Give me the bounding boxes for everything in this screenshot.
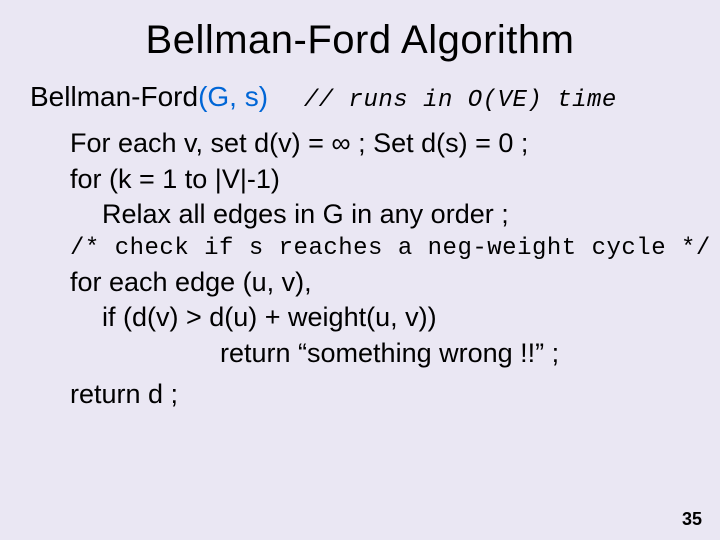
comment-bigo: O(VE) xyxy=(468,87,543,114)
slide-title: Bellman-Ford Algorithm xyxy=(28,18,692,63)
page-number: 35 xyxy=(682,509,702,530)
comment-suffix: time xyxy=(542,87,617,114)
code-line-foreach-edge: for each edge (u, v), xyxy=(70,265,692,301)
code-line-init: For each v, set d(v) = ∞ ; Set d(s) = 0 … xyxy=(70,126,692,162)
code-line-if: if (d(v) > d(u) + weight(u, v)) xyxy=(70,300,692,336)
runtime-comment: // runs in O(VE) time xyxy=(304,87,617,114)
function-signature: Bellman-Ford(G, s) // runs in O(VE) time xyxy=(28,81,692,114)
code-line-relax: Relax all edges in G in any order ; xyxy=(70,197,692,233)
function-name: Bellman-Ford xyxy=(30,81,198,112)
pseudocode-block: For each v, set d(v) = ∞ ; Set d(s) = 0 … xyxy=(28,126,692,413)
code-line-for-k: for (k = 1 to |V|-1) xyxy=(70,162,692,198)
code-line-return-d: return d ; xyxy=(70,377,692,413)
function-args: (G, s) xyxy=(198,81,268,112)
code-comment-negcycle: /* check if s reaches a neg-weight cycle… xyxy=(70,233,692,265)
code-line-return-error: return “something wrong !!” ; xyxy=(70,336,692,372)
comment-prefix: // runs in xyxy=(304,87,468,114)
